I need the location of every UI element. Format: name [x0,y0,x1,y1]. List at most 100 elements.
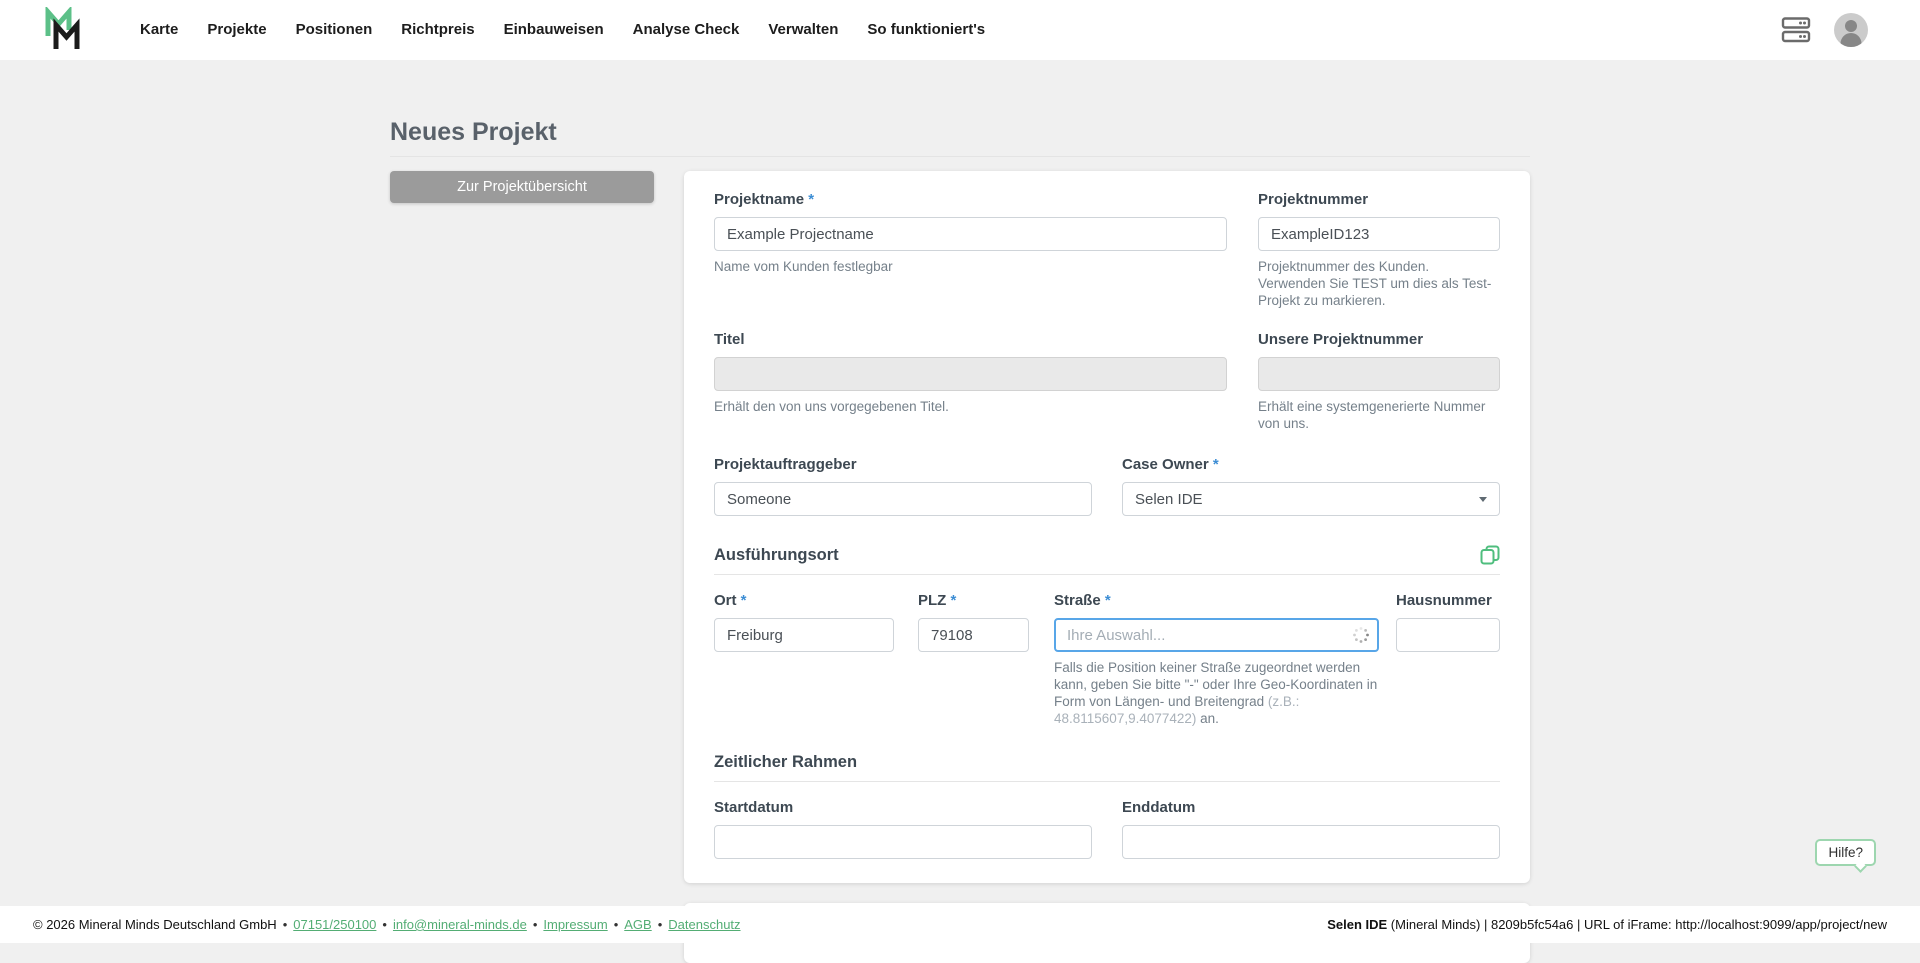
nav-item-karte[interactable]: Karte [140,0,178,60]
field-projektauftraggeber: Projektauftraggeber [714,456,1092,516]
nav-item-analyse-check[interactable]: Analyse Check [633,0,740,60]
case-owner-label: Case Owner * [1122,456,1500,474]
nav-item-richtpreis[interactable]: Richtpreis [401,0,474,60]
field-projektname: Projektname * Name vom Kunden festlegbar [714,191,1227,309]
loading-spinner-icon [1352,626,1370,644]
plz-label: PLZ * [918,592,1029,610]
unsere-projektnummer-label: Unsere Projektnummer [1258,331,1500,349]
user-avatar-icon[interactable] [1834,13,1868,47]
required-asterisk: * [1105,592,1111,609]
chevron-down-icon [1479,497,1487,502]
titel-help: Erhält den von uns vorgegebenen Titel. [714,398,1227,415]
footer-session-info: Selen IDE (Mineral Minds) | 8209b5fc54a6… [1327,917,1887,932]
strasse-label: Straße * [1054,592,1379,610]
startdatum-label: Startdatum [714,799,1092,817]
strasse-help-main: Falls die Position keiner Straße zugeord… [1054,660,1377,709]
footer-agb-link[interactable]: AGB [624,917,651,932]
footer-impressum-link[interactable]: Impressum [543,917,607,932]
field-startdatum: Startdatum [714,799,1092,859]
footer-left: © 2026 Mineral Minds Deutschland GmbH • … [33,917,741,932]
left-column: Zur Projektübersicht [390,171,654,203]
footer-separator: • [533,917,538,932]
projektname-input[interactable] [714,217,1227,251]
projektname-label: Projektname * [714,191,1227,209]
section-ausfuehrungsort: Ausführungsort [714,545,1500,565]
form-row-dates: Startdatum Enddatum [714,799,1500,859]
ort-input[interactable] [714,618,894,652]
projektauftraggeber-input[interactable] [714,482,1092,516]
field-projektnummer: Projektnummer Projektnummer des Kunden. … [1258,191,1500,309]
form-row-titel: Titel Erhält den von uns vorgegebenen Ti… [714,331,1500,432]
nav-item-projekte[interactable]: Projekte [207,0,266,60]
server-icon[interactable] [1780,15,1812,45]
titel-input [714,357,1227,391]
back-to-project-overview-button[interactable]: Zur Projektübersicht [390,171,654,203]
mineral-minds-logo-icon[interactable] [45,7,83,53]
field-hausnummer: Hausnummer [1396,592,1500,727]
ausfuehrungsort-title: Ausführungsort [714,545,839,565]
required-asterisk: * [951,592,957,609]
case-owner-select[interactable]: Selen IDE [1122,482,1500,516]
field-titel: Titel Erhält den von uns vorgegebenen Ti… [714,331,1227,432]
section-divider [714,574,1500,575]
field-enddatum: Enddatum [1122,799,1500,859]
new-project-form-card: Projektname * Name vom Kunden festlegbar… [684,171,1530,883]
field-ort: Ort * [714,592,894,727]
required-asterisk: * [1213,456,1219,473]
plz-input[interactable] [918,618,1029,652]
field-unsere-projektnummer: Unsere Projektnummer Erhält eine systemg… [1258,331,1500,432]
enddatum-input[interactable] [1122,825,1500,859]
field-case-owner: Case Owner * Selen IDE [1122,456,1500,516]
case-owner-label-text: Case Owner [1122,456,1209,473]
footer-separator: • [283,917,288,932]
form-row-name-number: Projektname * Name vom Kunden festlegbar… [714,191,1500,309]
projektnummer-input[interactable] [1258,217,1500,251]
nav-item-einbauweisen[interactable]: Einbauweisen [504,0,604,60]
field-plz: PLZ * [918,592,1029,727]
unsere-projektnummer-input [1258,357,1500,391]
form-row-address: Ort * PLZ * Straße * [714,592,1500,727]
projektauftraggeber-label: Projektauftraggeber [714,456,1092,474]
ort-label-text: Ort [714,592,737,609]
projektnummer-help: Projektnummer des Kunden. Verwenden Sie … [1258,258,1500,309]
projektname-help: Name vom Kunden festlegbar [714,258,1227,275]
form-row-auftraggeber-owner: Projektauftraggeber Case Owner * Selen I… [714,456,1500,516]
required-asterisk: * [741,592,747,609]
footer-user-name: Selen IDE [1327,917,1387,932]
main-nav: Karte Projekte Positionen Richtpreis Ein… [140,0,985,60]
zeitlicher-rahmen-title: Zeitlicher Rahmen [714,752,857,772]
unsere-projektnummer-help: Erhält eine systemgenerierte Nummer von … [1258,398,1500,432]
strasse-help: Falls die Position keiner Straße zugeord… [1054,659,1379,727]
nav-item-verwalten[interactable]: Verwalten [768,0,838,60]
projektname-label-text: Projektname [714,191,804,208]
footer-phone-link[interactable]: 07151/250100 [293,917,376,932]
startdatum-input[interactable] [714,825,1092,859]
footer-session-details: (Mineral Minds) | 8209b5fc54a6 | URL of … [1387,917,1887,932]
required-asterisk: * [808,191,814,208]
plz-label-text: PLZ [918,592,946,609]
footer-separator: • [382,917,387,932]
hausnummer-input[interactable] [1396,618,1500,652]
footer-copyright: © 2026 Mineral Minds Deutschland GmbH [33,917,277,932]
help-bubble[interactable]: Hilfe? [1815,839,1876,866]
strasse-input[interactable] [1054,618,1379,652]
footer-bar: © 2026 Mineral Minds Deutschland GmbH • … [0,906,1920,943]
nav-item-so-funktionierts[interactable]: So funktioniert's [867,0,985,60]
hausnummer-label: Hausnummer [1396,592,1500,610]
copy-address-icon[interactable] [1480,545,1500,565]
projektnummer-label: Projektnummer [1258,191,1500,209]
top-nav-bar: Karte Projekte Positionen Richtpreis Ein… [0,0,1920,60]
strasse-help-suffix: an. [1196,711,1219,726]
section-zeitlicher-rahmen: Zeitlicher Rahmen [714,752,1500,772]
nav-item-positionen[interactable]: Positionen [296,0,373,60]
titel-label: Titel [714,331,1227,349]
footer-datenschutz-link[interactable]: Datenschutz [668,917,740,932]
field-strasse: Straße * [1054,592,1379,727]
footer-email-link[interactable]: info@mineral-minds.de [393,917,527,932]
case-owner-selected-value: Selen IDE [1135,491,1203,508]
help-bubble-label: Hilfe? [1828,845,1863,860]
section-divider [714,781,1500,782]
strasse-label-text: Straße [1054,592,1101,609]
page-title: Neues Projekt [390,117,1530,157]
footer-separator: • [614,917,619,932]
